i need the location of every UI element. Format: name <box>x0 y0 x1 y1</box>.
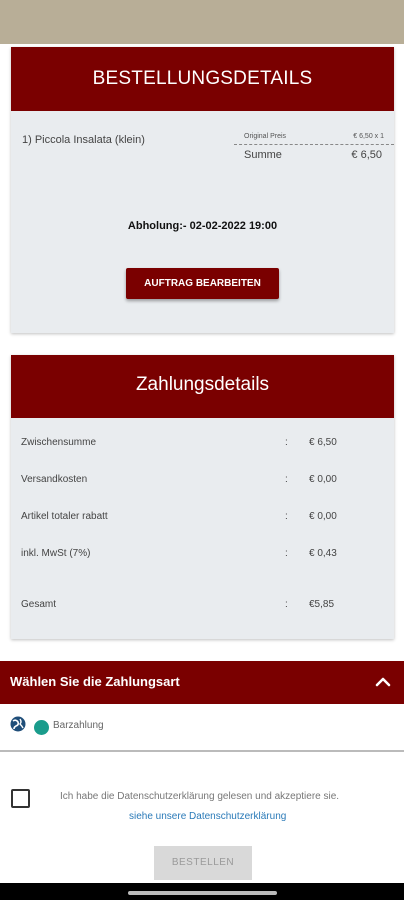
row-label: Artikel totaler rabatt <box>21 511 108 522</box>
sum-row: Summe € 6,50 <box>234 145 394 161</box>
privacy-policy-link[interactable]: siehe unsere Datenschutzerklärung <box>129 811 286 822</box>
cash-option-label: Barzahlung <box>53 720 104 731</box>
row-colon: : <box>285 599 288 610</box>
home-handle[interactable] <box>128 891 277 895</box>
row-colon: : <box>285 474 288 485</box>
payment-method-title: Wählen Sie die Zahlungsart <box>10 674 180 689</box>
chevron-up-icon[interactable] <box>374 673 392 691</box>
place-order-button[interactable]: BESTELLEN <box>154 846 252 880</box>
row-value: €5,85 <box>309 599 335 610</box>
row-label: Gesamt <box>21 599 57 610</box>
original-price-label: Original Preis <box>244 133 287 140</box>
cash-radio[interactable] <box>34 720 49 735</box>
globe-icon <box>10 716 26 732</box>
payment-details-card: Zahlungsdetails Zwischensumme : € 6,50 V… <box>11 355 394 639</box>
order-details-title: BESTELLUNGSDETAILS <box>11 47 394 111</box>
original-price-value: € 6,50 x 1 <box>353 133 384 140</box>
row-label: Versandkosten <box>21 474 88 485</box>
row-value: € 0,43 <box>309 548 337 559</box>
price-box: Original Preis € 6,50 x 1 Summe € 6,50 <box>234 133 394 161</box>
row-value: € 0,00 <box>309 474 337 485</box>
row-label: inkl. MwSt (7%) <box>21 548 91 559</box>
payment-method-header[interactable]: Wählen Sie die Zahlungsart <box>0 661 404 704</box>
order-details-card: BESTELLUNGSDETAILS 1) Piccola Insalata (… <box>11 47 394 333</box>
row-colon: : <box>285 511 288 522</box>
original-price-row: Original Preis € 6,50 x 1 <box>234 133 394 145</box>
privacy-checkbox[interactable] <box>11 789 30 808</box>
edit-order-button[interactable]: AUFTRAG BEARBEITEN <box>126 268 279 299</box>
payment-method-panel: Barzahlung <box>0 704 404 752</box>
row-label: Zwischensumme <box>21 437 97 448</box>
payment-details-title: Zahlungsdetails <box>11 355 394 418</box>
sum-value: € 6,50 <box>351 149 382 161</box>
row-colon: : <box>285 548 288 559</box>
privacy-text: Ich habe die Datenschutzerklärung gelese… <box>60 791 340 802</box>
row-value: € 6,50 <box>309 437 337 448</box>
row-value: € 0,00 <box>309 511 337 522</box>
order-item-name: 1) Piccola Insalata (klein) <box>22 134 145 146</box>
top-header-band <box>0 0 404 44</box>
sum-label: Summe <box>244 149 282 161</box>
row-colon: : <box>285 437 288 448</box>
pickup-time: Abholung:- 02-02-2022 19:00 <box>127 220 278 232</box>
